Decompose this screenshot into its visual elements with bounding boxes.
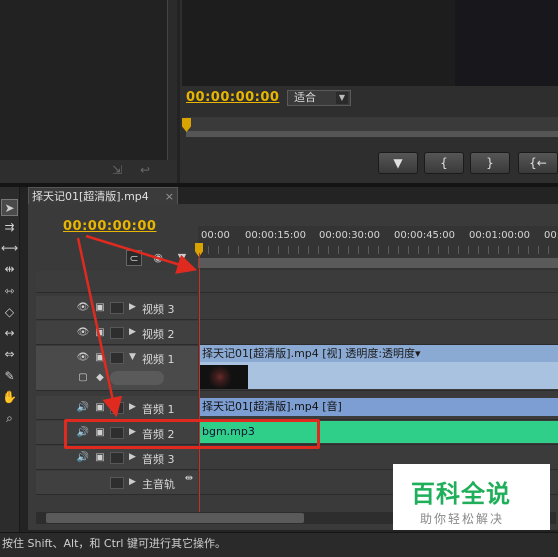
keyframe-nav[interactable] [110,371,164,385]
close-icon[interactable]: × [165,188,174,205]
film-icon[interactable]: ▣ [93,302,107,314]
film-icon[interactable]: ▣ [93,327,107,339]
track-header-audio3: 🔊 ▣ ▶ 音频 3 [36,446,198,470]
overwrite-icon[interactable]: ↩ [140,163,150,177]
hand-tool-icon[interactable]: ✋ [1,389,18,406]
ruler-tick: 00:00:30:00 [319,230,381,241]
video-clip[interactable]: 择天记01[超清版].mp4 [视] 透明度:透明度▾ [200,345,558,389]
expand-icon[interactable]: ▶ [129,327,136,337]
speaker-icon[interactable]: 🔊 [76,402,90,414]
track-header-master: ▶ 主音轨 ⇹ [36,471,198,495]
film-icon[interactable]: ▣ [93,352,107,364]
mark-in-icon: { [440,156,448,170]
sync-lock-icon[interactable]: ▣ [93,402,107,414]
keyframe-icon[interactable]: ◆ [93,372,107,384]
rate-stretch-tool-icon[interactable]: ⇿ [1,283,18,300]
speaker-icon[interactable]: 🔊 [76,452,90,464]
track-lane-video2[interactable] [199,321,558,345]
ripple-edit-tool-icon[interactable]: ⟷ [1,240,18,257]
track-name: 视频 2 [142,328,175,341]
lock-toggle[interactable] [110,352,124,364]
add-marker-icon[interactable]: ▼ [174,250,190,266]
track-header-audio1: 🔊 ▣ ▶ 音频 1 [36,396,198,420]
track-lane-video3[interactable] [199,296,558,320]
track-header-spacer [36,271,198,293]
playhead-line [199,253,200,515]
fit-dropdown-value: 适合 [294,91,316,104]
status-bar: 按住 Shift、Alt，和 Ctrl 键可进行其它操作。 [0,532,558,557]
slide-tool-icon[interactable]: ⇔ [1,346,18,363]
set-marker-icon[interactable]: ◉ [150,250,166,266]
tools-panel: ➤ ⇉ ⟷ ⇹ ⇿ ◇ ↔ ⇔ ✎ ✋ ⌕ [0,187,20,532]
eye-icon[interactable]: 👁 [76,352,90,364]
marker-icon: ▼ [393,156,403,170]
timeline-tab[interactable]: 择天记01[超清版].mp4 × [28,187,178,205]
lock-toggle[interactable] [110,402,124,414]
track-name: 视频 1 [142,353,175,366]
program-timecode[interactable]: 00:00:00:00 [186,90,279,105]
track-lane-spacer [199,271,558,293]
fit-dropdown[interactable]: 适合 ▼ [287,90,351,106]
track-header-video3: 👁 ▣ ▶ 视频 3 [36,296,198,320]
expand-icon[interactable]: ▶ [129,302,136,312]
video-clip-label: 择天记01[超清版].mp4 [视] 透明度:透明度▾ [200,345,558,362]
watermark-title: 百科全说 [411,480,511,508]
watermark: 百科全说 助你轻松解决 [393,464,550,530]
ruler-tick: 00:01:00:00 [469,230,531,241]
track-name: 音频 1 [142,403,175,416]
slip-tool-icon[interactable]: ↔ [1,325,18,342]
program-ruler[interactable] [186,117,558,137]
expand-icon[interactable]: ▶ [129,402,136,412]
source-monitor-controls: ⇲ ↩ [0,160,177,183]
go-to-in-icon: {← [529,156,547,170]
timeline-timecode[interactable]: 00:00:00:00 [63,219,156,234]
mark-out-button[interactable]: } [470,152,510,174]
pen-tool-icon[interactable]: ✎ [1,368,18,385]
ruler-tick: 00:00 [201,230,230,241]
go-to-in-button[interactable]: {← [518,152,558,174]
insert-icon[interactable]: ⇲ [112,163,122,177]
sync-lock-icon[interactable]: ▣ [93,452,107,464]
mark-out-icon: } [486,156,494,170]
track-header-video1: 👁 ▣ ▼ 视频 1 ▢ ◆ [36,346,198,391]
track-select-tool-icon[interactable]: ⇉ [1,219,18,236]
highlight-box [64,419,320,449]
master-output-icon: ⇹ [184,473,194,484]
scrollbar-thumb[interactable] [46,513,304,523]
add-marker-button[interactable]: ▼ [378,152,418,174]
selection-tool-icon[interactable]: ➤ [1,199,18,216]
chevron-down-icon: ▼ [336,92,348,104]
source-monitor-panel: ⇲ ↩ [0,0,177,183]
ruler-ticks [198,246,558,254]
source-monitor-view [0,0,168,160]
ruler-tick: 00:00:15:00 [245,230,307,241]
collapse-icon[interactable]: ▼ [129,352,136,362]
expand-icon[interactable]: ▶ [129,477,136,487]
rolling-edit-tool-icon[interactable]: ⇹ [1,261,18,278]
ruler-tick: 00: [544,230,558,241]
track-header-video2: 👁 ▣ ▶ 视频 2 [36,321,198,345]
ruler-tick: 00:00:45:00 [394,230,456,241]
program-video-frame [455,0,558,86]
lock-toggle[interactable] [110,302,124,314]
expand-icon[interactable]: ▶ [129,452,136,462]
display-style-icon[interactable]: ▢ [76,372,90,384]
track-name: 音频 3 [142,453,175,466]
razor-tool-icon[interactable]: ◇ [1,304,18,321]
track-name: 视频 3 [142,303,175,316]
zoom-tool-icon[interactable]: ⌕ [1,410,18,427]
eye-icon[interactable]: 👁 [76,327,90,339]
video-clip-thumbnail [200,365,248,389]
lock-toggle[interactable] [110,477,124,489]
work-area-bar[interactable] [198,258,558,268]
snap-icon[interactable]: ⊂ [126,250,142,266]
track-name: 主音轨 [142,478,175,491]
mark-in-button[interactable]: { [424,152,464,174]
watermark-subtitle: 助你轻松解决 [420,512,505,526]
lock-toggle[interactable] [110,452,124,464]
audio-clip-1[interactable]: 择天记01[超清版].mp4 [音] [200,398,558,416]
lock-toggle[interactable] [110,327,124,339]
eye-icon[interactable]: 👁 [76,302,90,314]
timeline-tab-label: 择天记01[超清版].mp4 [32,190,149,203]
